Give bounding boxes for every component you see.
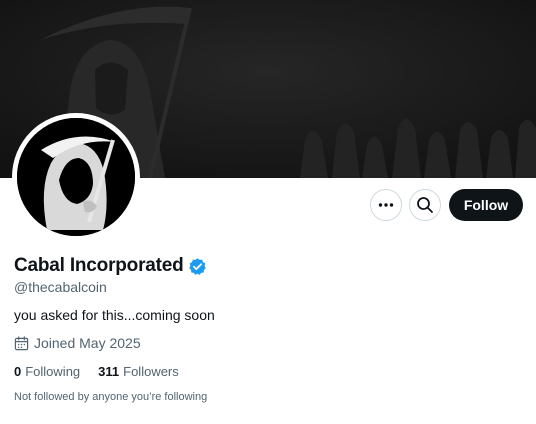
followed-by-note: Not followed by anyone you’re following [14,391,208,403]
joined-text: Joined May 2025 [34,335,141,351]
joined-date: Joined May 2025 [14,335,141,351]
followers-count: 311 [98,364,120,379]
profile-avatar[interactable] [12,113,140,241]
profile-handle: @thecabalcoin [14,279,107,295]
display-name-row: Cabal Incorporated [14,254,207,278]
calendar-icon [14,335,29,350]
followers-link[interactable]: 311 Followers [98,364,179,379]
follow-button[interactable]: Follow [449,189,523,221]
search-button[interactable] [409,189,441,221]
followers-label: Followers [123,364,179,379]
display-name: Cabal Incorporated [14,255,184,276]
verified-badge-icon[interactable] [188,257,207,276]
profile-bio: you asked for this...coming soon [14,307,215,323]
more-icon [378,203,394,207]
following-link[interactable]: 0 Following [14,364,80,379]
follow-stats: 0 Following 311 Followers [14,364,197,379]
more-button[interactable] [370,189,402,221]
search-icon [417,197,433,213]
following-label: Following [25,364,81,379]
following-count: 0 [14,364,22,379]
reaper-avatar-image [17,118,135,236]
